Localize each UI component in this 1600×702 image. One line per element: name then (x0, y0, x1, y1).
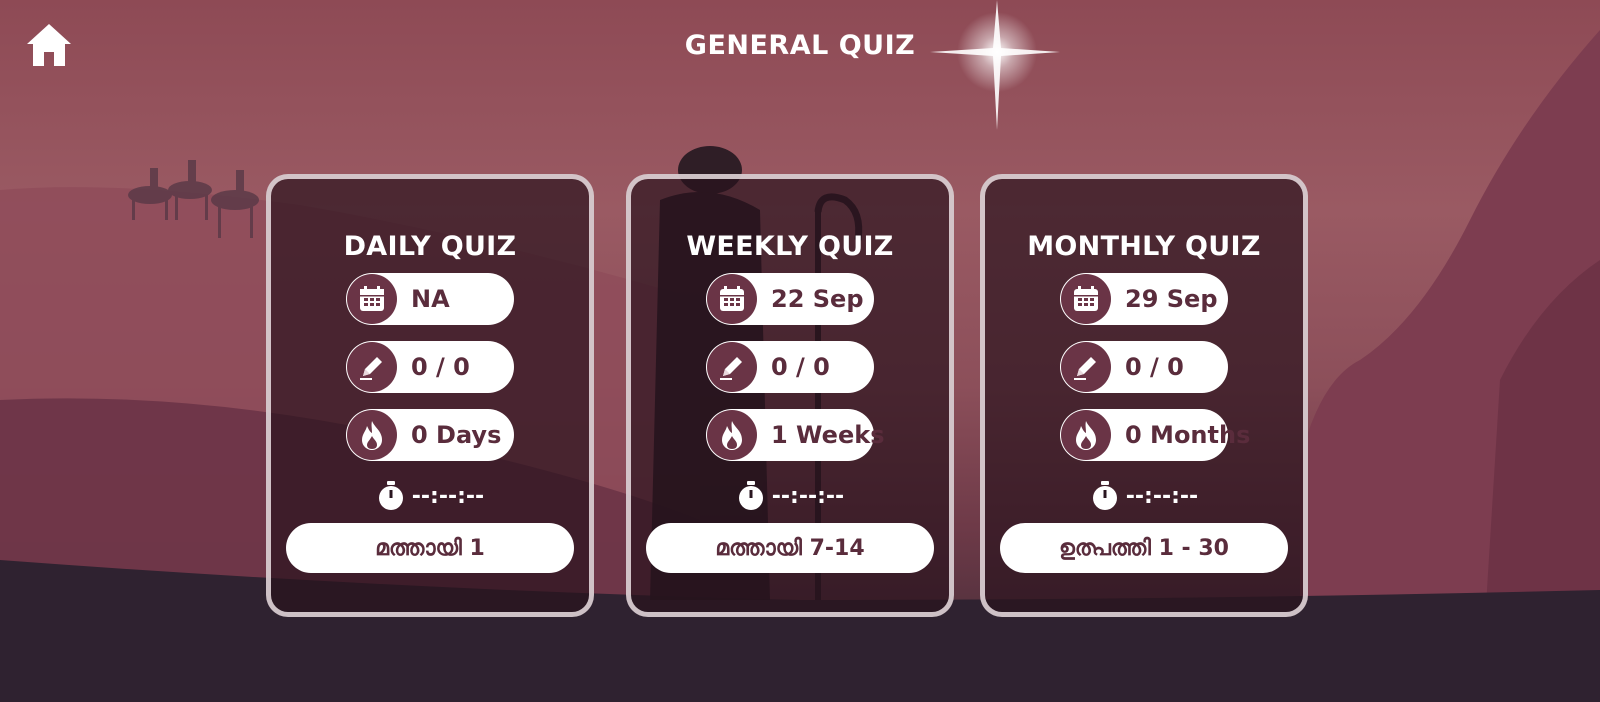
streak-pill: 0 Months (1060, 409, 1250, 461)
daily-quiz-card: DAILY QUIZ NA 0 / 0 0 Days --:--:-- മത്ത… (266, 174, 594, 617)
weekly-quiz-card: WEEKLY QUIZ 22 Sep 0 / 0 1 Weeks --:--:-… (626, 174, 954, 617)
timer-value: --:--:-- (771, 483, 845, 509)
page-title: GENERAL QUIZ (684, 30, 916, 61)
calendar-icon (347, 274, 397, 324)
score-value: 0 / 0 (771, 353, 830, 381)
quiz-cards: DAILY QUIZ NA 0 / 0 0 Days --:--:-- മത്ത… (0, 174, 1600, 619)
monthly-quiz-card: MONTHLY QUIZ 29 Sep 0 / 0 0 Months --:--… (980, 174, 1308, 617)
stopwatch-icon (738, 481, 763, 510)
streak-pill: 0 Days (346, 409, 514, 461)
streak-pill: 1 Weeks (706, 409, 884, 461)
calendar-icon (707, 274, 757, 324)
date-value: 22 Sep (771, 285, 864, 313)
score-pill: 0 / 0 (1060, 341, 1228, 393)
stopwatch-icon (1092, 481, 1117, 510)
start-quiz-button[interactable]: ഉത്പത്തി 1 - 30 (1000, 523, 1288, 573)
start-quiz-button[interactable]: മത്തായി 7-14 (646, 523, 934, 573)
pencil-icon (707, 342, 757, 392)
pencil-icon (1061, 342, 1111, 392)
pencil-icon (347, 342, 397, 392)
card-title: DAILY QUIZ (343, 231, 517, 262)
date-pill: 29 Sep (1060, 273, 1228, 325)
countdown-timer: --:--:-- (376, 479, 484, 513)
date-value: NA (411, 285, 450, 313)
countdown-timer: --:--:-- (1090, 479, 1198, 513)
date-pill: NA (346, 273, 514, 325)
card-title: MONTHLY QUIZ (1027, 231, 1261, 262)
start-quiz-button[interactable]: മത്തായി 1 (286, 523, 574, 573)
score-pill: 0 / 0 (706, 341, 874, 393)
timer-value: --:--:-- (411, 483, 485, 509)
timer-value: --:--:-- (1125, 483, 1199, 509)
streak-value: 1 Weeks (771, 421, 885, 449)
countdown-timer: --:--:-- (736, 479, 844, 513)
score-value: 0 / 0 (411, 353, 470, 381)
date-value: 29 Sep (1125, 285, 1218, 313)
date-pill: 22 Sep (706, 273, 874, 325)
flame-icon (347, 410, 397, 460)
stopwatch-icon (378, 481, 403, 510)
score-value: 0 / 0 (1125, 353, 1184, 381)
score-pill: 0 / 0 (346, 341, 514, 393)
flame-icon (1061, 410, 1111, 460)
calendar-icon (1061, 274, 1111, 324)
card-title: WEEKLY QUIZ (686, 231, 894, 262)
flame-icon (707, 410, 757, 460)
streak-value: 0 Months (1125, 421, 1251, 449)
streak-value: 0 Days (411, 421, 502, 449)
